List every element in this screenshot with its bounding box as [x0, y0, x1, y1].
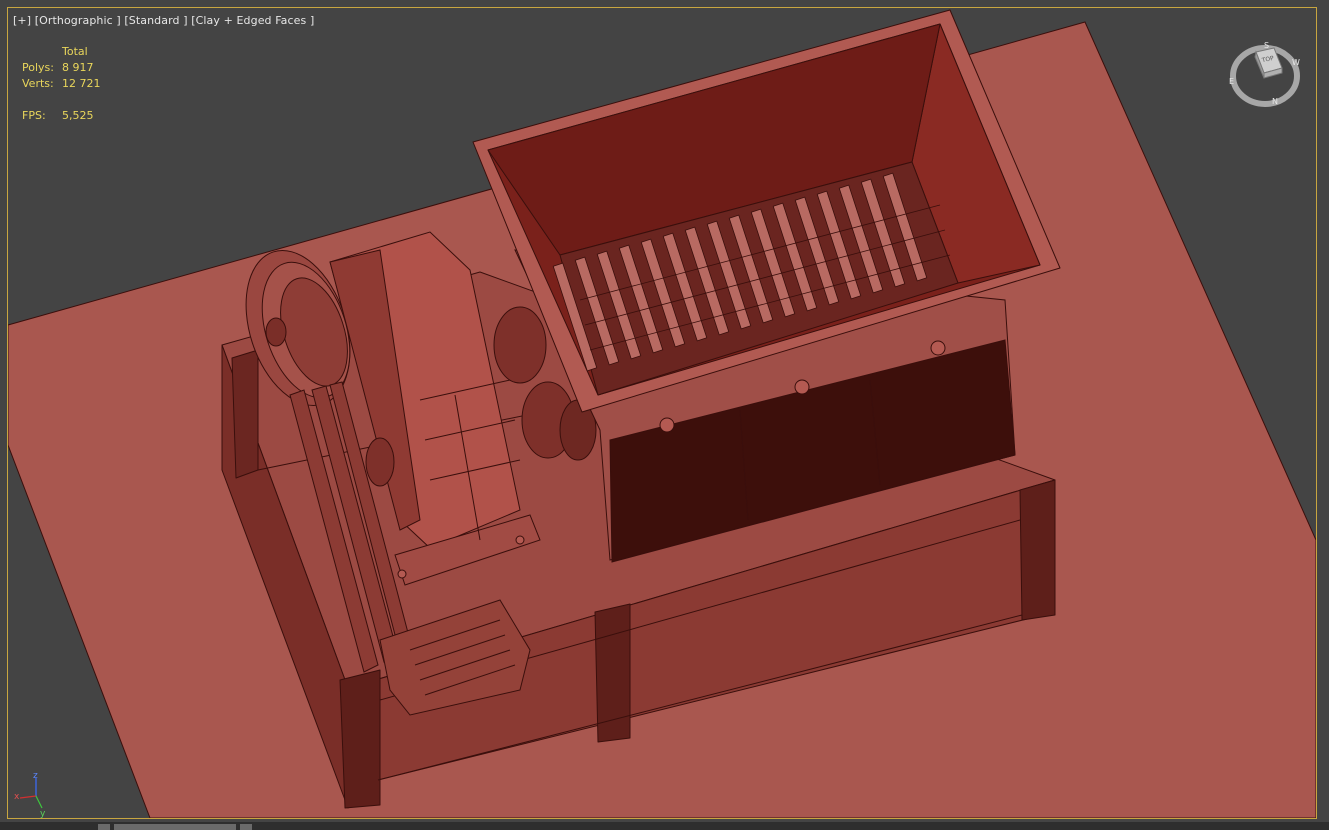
axis-x-label: x [14, 792, 20, 802]
compass-south: S [1264, 41, 1269, 50]
compass-west: W [1292, 58, 1300, 67]
axis-z-label: z [33, 771, 38, 781]
stats-header: Total [62, 45, 88, 58]
axis-y-label: y [40, 809, 46, 819]
verts-label: Verts: [22, 77, 54, 90]
compass-north: N [1272, 97, 1278, 106]
polys-label: Polys: [22, 61, 54, 74]
axis-tripod-icon: z x y [14, 771, 46, 819]
viewport-label-menu[interactable]: [+] [Orthographic ] [Standard ] [Clay + … [13, 14, 314, 27]
viewcube-icon[interactable]: TOP N S E W [1228, 38, 1302, 112]
bottom-tab-1[interactable] [98, 824, 110, 830]
bottom-tab-2[interactable] [114, 824, 236, 830]
bottom-tab-3[interactable] [240, 824, 252, 830]
perspective-viewport[interactable]: [+] [Orthographic ] [Standard ] [Clay + … [0, 0, 1329, 830]
polys-value: 8 917 [62, 61, 94, 74]
compass-east: E [1229, 77, 1234, 86]
fps-value: 5,525 [62, 109, 94, 122]
fps-label: FPS: [22, 109, 46, 122]
verts-value: 12 721 [62, 77, 101, 90]
scene-render[interactable] [0, 0, 1329, 830]
